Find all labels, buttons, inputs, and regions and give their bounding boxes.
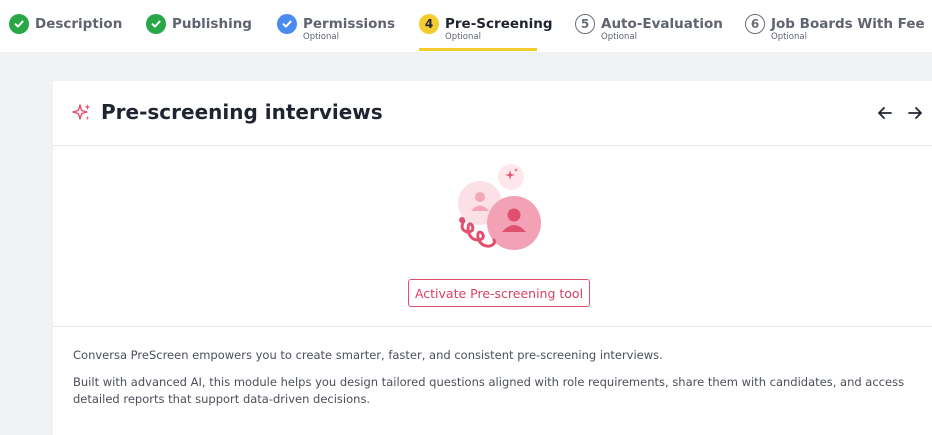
check-icon bbox=[9, 14, 29, 34]
step-optional-label: Optional bbox=[601, 32, 637, 42]
step-label: Job Boards With Fee bbox=[771, 16, 925, 32]
step-number: 5 bbox=[575, 14, 595, 34]
step-job-boards-with-fee[interactable]: 6 Job Boards With Fee Optional bbox=[745, 0, 925, 52]
stepper: Description Publishing Permissions Optio… bbox=[0, 0, 932, 52]
card-header: Pre-screening interviews bbox=[53, 81, 932, 146]
step-number: 6 bbox=[745, 14, 765, 34]
step-description[interactable]: Description bbox=[9, 0, 123, 52]
step-label: Description bbox=[35, 16, 123, 32]
step-label: Pre-Screening bbox=[445, 16, 553, 32]
pre-screening-illustration bbox=[458, 164, 541, 250]
step-optional-label: Optional bbox=[445, 32, 481, 42]
activate-pre-screening-button[interactable]: Activate Pre-screening tool bbox=[408, 279, 590, 307]
arrow-left-icon[interactable] bbox=[876, 104, 894, 122]
step-label: Auto-Evaluation bbox=[601, 16, 723, 32]
card-title: Pre-screening interviews bbox=[101, 100, 383, 124]
step-optional-label: Optional bbox=[303, 32, 339, 42]
step-permissions[interactable]: Permissions Optional bbox=[277, 0, 395, 52]
step-auto-evaluation[interactable]: 5 Auto-Evaluation Optional bbox=[575, 0, 723, 52]
step-optional-label: Optional bbox=[771, 32, 807, 42]
step-number: 4 bbox=[419, 14, 439, 34]
sparkle-icon bbox=[72, 104, 91, 120]
divider bbox=[53, 326, 932, 327]
check-icon bbox=[146, 14, 166, 34]
step-publishing[interactable]: Publishing bbox=[146, 0, 252, 52]
step-label: Publishing bbox=[172, 16, 252, 32]
step-pre-screening[interactable]: 4 Pre-Screening Optional bbox=[419, 0, 553, 52]
description-paragraph: Built with advanced AI, this module help… bbox=[73, 375, 905, 406]
active-step-underline bbox=[419, 48, 537, 51]
pre-screening-card: Pre-screening interviews Activate Pre-sc… bbox=[53, 81, 932, 435]
arrow-right-icon[interactable] bbox=[906, 104, 924, 122]
description-paragraph: Conversa PreScreen empowers you to creat… bbox=[73, 348, 663, 362]
step-label: Permissions bbox=[303, 16, 396, 32]
check-icon bbox=[277, 14, 297, 34]
